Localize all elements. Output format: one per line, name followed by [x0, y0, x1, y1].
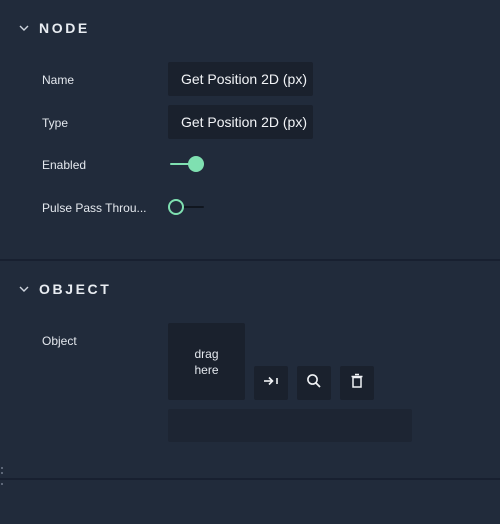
object-section-title: OBJECT: [39, 281, 112, 297]
arrow-to-bar-icon: [262, 374, 280, 392]
name-field[interactable]: [168, 62, 313, 96]
pulse-pass-through-toggle[interactable]: [168, 197, 208, 217]
type-label: Type: [42, 116, 69, 130]
type-input[interactable]: [168, 105, 307, 139]
trash-icon: [350, 373, 364, 394]
panel-resize-handle[interactable]: [1, 467, 3, 485]
bottom-divider: [0, 478, 500, 480]
enabled-toggle[interactable]: [168, 154, 208, 174]
drop-zone-text-line2: here: [194, 362, 219, 377]
object-section-header[interactable]: OBJECT: [0, 274, 500, 304]
inspector-panel: NODE Name Type Enabled Pulse Pass Throu.…: [0, 0, 500, 524]
name-input[interactable]: [168, 62, 307, 96]
name-label: Name: [42, 73, 75, 87]
object-label: Object: [42, 334, 77, 348]
search-object-button[interactable]: [297, 366, 331, 400]
drop-zone-text-line1: drag: [194, 346, 219, 361]
object-drop-zone[interactable]: drag here: [168, 323, 245, 400]
pulse-pass-through-label: Pulse Pass Throu...: [42, 201, 147, 215]
enabled-label: Enabled: [42, 158, 87, 172]
node-section-title: NODE: [39, 20, 90, 36]
type-field[interactable]: [168, 105, 313, 139]
object-value-field[interactable]: [168, 409, 412, 442]
node-section-header[interactable]: NODE: [0, 13, 500, 43]
enabled-toggle-knob: [188, 156, 204, 172]
assign-object-button[interactable]: [254, 366, 288, 400]
chevron-down-icon: [18, 283, 30, 295]
chevron-down-icon: [18, 22, 30, 34]
section-divider: [0, 259, 500, 261]
delete-object-button[interactable]: [340, 366, 374, 400]
pulse-pass-through-toggle-knob: [168, 199, 184, 215]
magnifier-icon: [306, 373, 322, 394]
